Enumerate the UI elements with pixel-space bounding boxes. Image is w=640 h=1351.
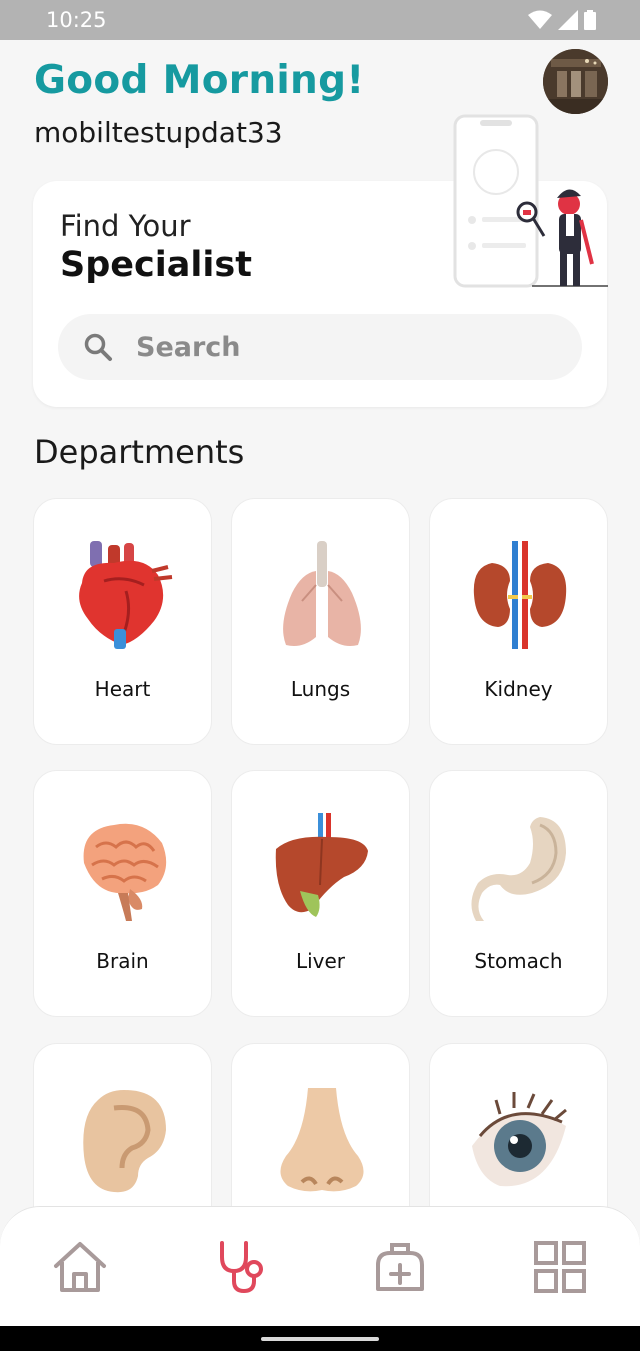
bottom-nav — [0, 1206, 640, 1326]
grid-icon — [534, 1241, 586, 1293]
department-label: Heart — [94, 677, 151, 701]
signal-icon — [558, 10, 578, 30]
department-label: Liver — [295, 949, 346, 973]
status-icons — [528, 9, 596, 31]
brain-icon — [83, 823, 167, 921]
search-input[interactable] — [136, 331, 536, 363]
department-card-heart[interactable]: Heart — [33, 498, 212, 745]
stethoscope-icon — [220, 1241, 263, 1294]
department-card-liver[interactable]: Liver — [231, 770, 410, 1017]
stomach-icon — [471, 817, 566, 921]
departments-heading: Departments — [34, 433, 245, 471]
medical-kit-icon — [376, 1243, 424, 1291]
greeting-title: Good Morning! — [34, 58, 365, 103]
nose-icon — [280, 1088, 364, 1192]
department-card-brain[interactable]: Brain — [33, 770, 212, 1017]
battery-icon — [584, 10, 596, 30]
home-gesture-handle[interactable] — [261, 1337, 379, 1341]
department-card-kidney[interactable]: Kidney — [429, 498, 608, 745]
department-label: Stomach — [474, 949, 563, 973]
department-card-lungs[interactable]: Lungs — [231, 498, 410, 745]
system-navigation-bar — [0, 1326, 640, 1351]
lungs-icon — [283, 541, 361, 646]
wifi-icon — [528, 10, 552, 29]
nav-doctors[interactable] — [210, 1237, 270, 1297]
finder-heading-line1: Find Your — [60, 209, 191, 243]
department-label: Kidney — [484, 677, 553, 701]
finder-heading-line2: Specialist — [60, 245, 252, 285]
nav-more[interactable] — [530, 1237, 590, 1297]
username-text: mobiltestupdat33 — [34, 116, 283, 149]
liver-icon — [275, 813, 368, 917]
department-label: Brain — [96, 949, 149, 973]
home-icon — [54, 1242, 106, 1292]
search-icon — [80, 329, 116, 365]
avatar[interactable] — [543, 49, 608, 114]
eye-icon — [472, 1092, 567, 1187]
department-label: Lungs — [290, 677, 351, 701]
doctor-illustration — [452, 114, 608, 290]
department-card-stomach[interactable]: Stomach — [429, 770, 608, 1017]
nav-home[interactable] — [50, 1237, 110, 1297]
ear-icon — [83, 1090, 166, 1193]
kidney-icon — [473, 541, 567, 649]
search-bar[interactable] — [58, 314, 582, 380]
nav-medical[interactable] — [370, 1237, 430, 1297]
heart-icon — [79, 541, 173, 649]
status-bar: 10:25 — [0, 0, 640, 40]
status-time: 10:25 — [46, 8, 107, 32]
